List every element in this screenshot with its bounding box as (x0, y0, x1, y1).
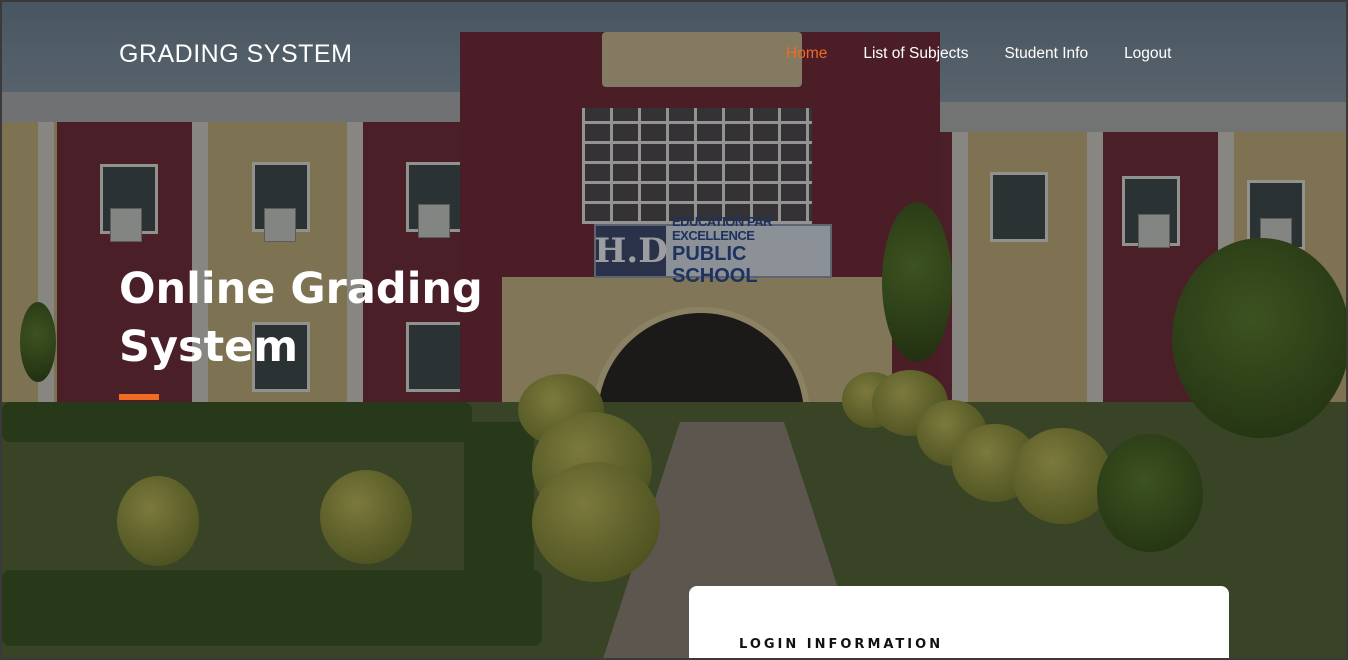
hero-headline-line1: Online Grading (119, 264, 483, 314)
nav-item-logout[interactable]: Logout (1124, 45, 1171, 63)
login-card: LOGIN INFORMATION (689, 586, 1229, 658)
nav-menu: Home List of Subjects Student Info Logou… (786, 45, 1207, 63)
hero-headline: Online Grading System (119, 260, 519, 376)
hero-headline-line2: System (119, 322, 299, 372)
headline-accent-bar (119, 394, 159, 400)
nav-item-home[interactable]: Home (786, 45, 827, 63)
login-title: LOGIN INFORMATION (739, 637, 944, 652)
top-navbar: GRADING SYSTEM Home List of Subjects Stu… (2, 2, 1346, 102)
hero-section: H.D EDUCATION PAR EXCELLENCE PUBLIC SCHO… (0, 0, 1348, 660)
nav-item-list-of-subjects[interactable]: List of Subjects (863, 45, 968, 63)
nav-item-student-info[interactable]: Student Info (1004, 45, 1088, 63)
brand-title[interactable]: GRADING SYSTEM (119, 40, 352, 69)
